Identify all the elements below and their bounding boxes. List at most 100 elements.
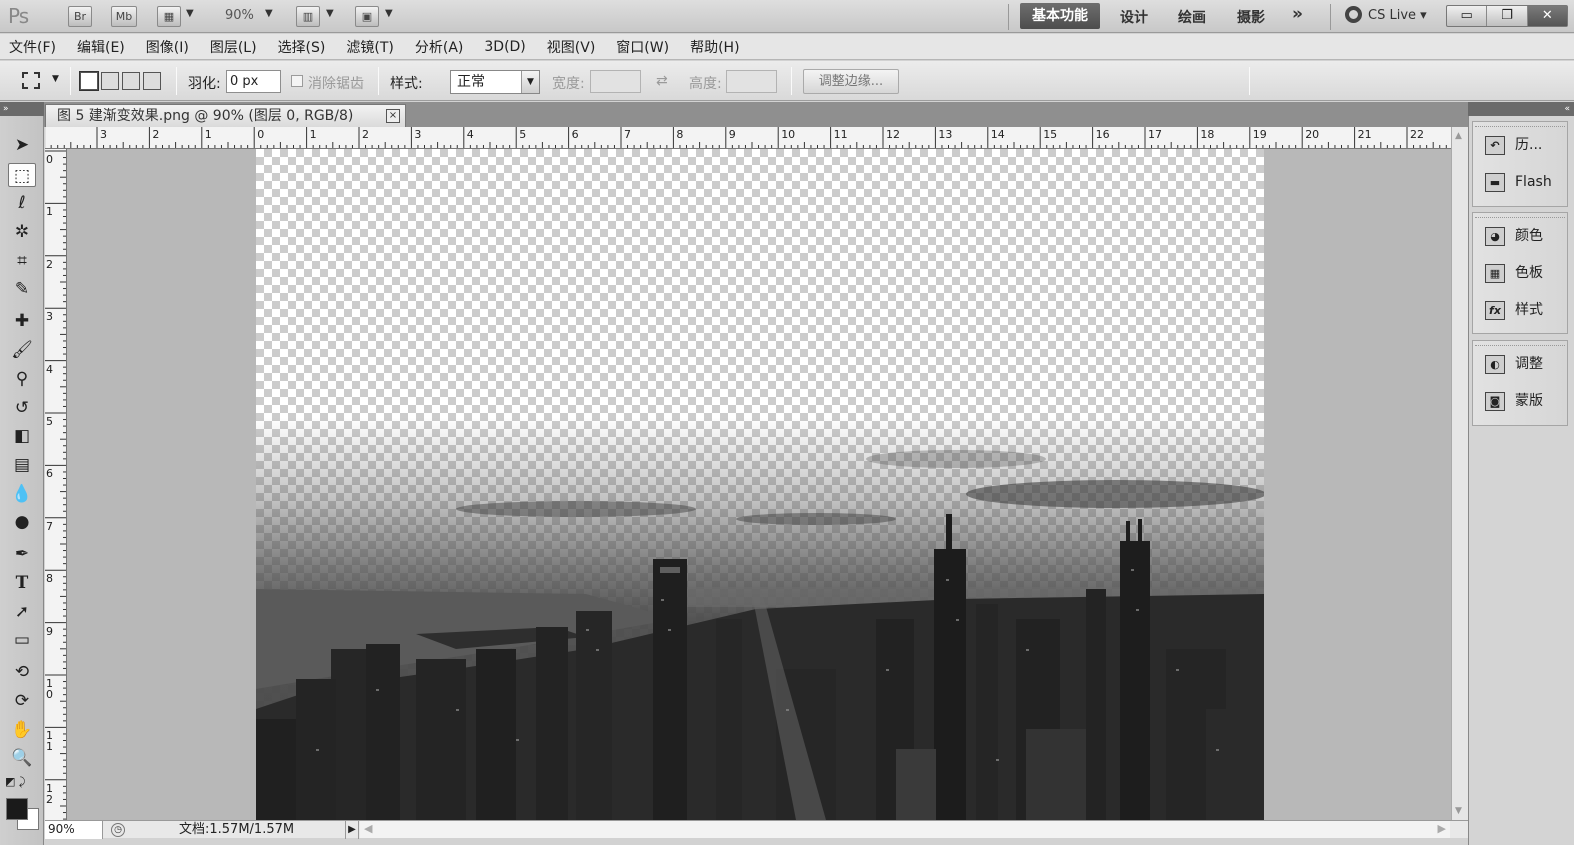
menu-3d[interactable]: 3D(D) [484,39,525,55]
panel-styles[interactable]: fx 样式 [1473,292,1567,329]
document-canvas[interactable] [256,149,1264,820]
view-extras-dropdown-icon[interactable]: ▼ [186,8,194,19]
scroll-down-icon[interactable]: ▼ [1455,806,1462,816]
menu-edit[interactable]: 编辑(E) [77,37,125,57]
panel-history-label: 历... [1515,137,1543,153]
ruler-label: 11 [833,128,848,141]
screen-mode-icon[interactable]: ▣ [355,6,379,27]
menu-image[interactable]: 图像(I) [146,37,189,57]
panel-flash[interactable]: ▬ Flash [1473,164,1567,201]
arrange-dropdown-icon[interactable]: ▼ [326,8,334,19]
panel-swatches[interactable]: ▦ 色板 [1473,255,1567,292]
gradient-tool-icon[interactable]: ▤ [8,453,36,477]
panel-group-2: ◕ 颜色 ▦ 色板 fx 样式 [1472,212,1568,334]
panel-adjustments[interactable]: ◐ 调整 [1473,346,1567,383]
height-input[interactable] [726,70,777,93]
quick-select-tool-icon[interactable]: ✲ [8,220,36,244]
zoom-tool-icon[interactable]: 🔍 [8,746,36,770]
ruler-label: 4 [466,128,474,141]
ruler-label: 8 [676,128,684,141]
workspace-essentials[interactable]: 基本功能 [1020,3,1100,29]
ruler-label: 3 [100,128,107,141]
width-input[interactable] [590,70,641,93]
menu-analysis[interactable]: 分析(A) [415,37,464,57]
menu-filter[interactable]: 滤镜(T) [346,37,393,57]
workspace-design[interactable]: 设计 [1120,7,1148,27]
dock-collapse-icon[interactable]: « [1468,102,1574,116]
feather-input[interactable]: 0 px [226,70,281,93]
screen-mode-dropdown-icon[interactable]: ▼ [385,8,393,19]
swap-colors-icon[interactable]: ◩ ⤸ [5,775,26,789]
antialias-checkbox[interactable] [291,75,303,87]
shape-tool-icon[interactable]: ▭ [8,628,36,652]
document-tab[interactable]: 图 5 建渐变效果.png @ 90% (图层 0, RGB/8) × [45,104,406,127]
workspace-photography[interactable]: 摄影 [1237,7,1265,27]
lasso-tool-icon[interactable]: ℓ [8,191,36,215]
rect-marquee-preset-icon[interactable] [22,72,40,89]
tool-preset-dropdown-icon[interactable]: ▼ [52,74,59,84]
ruler-label: 1 [309,128,317,141]
refine-edge-button[interactable]: 调整边缘... [803,69,899,94]
zoom-dropdown-icon[interactable]: ▼ [265,8,273,19]
dodge-tool-icon[interactable]: ● [8,510,36,534]
bridge-button[interactable]: Br [68,6,92,27]
menu-view[interactable]: 视图(V) [547,37,596,57]
healing-brush-tool-icon[interactable]: ✚ [8,309,36,333]
close-button[interactable]: ✕ [1527,6,1567,26]
blur-tool-icon[interactable]: 💧 [8,482,36,506]
intersect-selection-icon[interactable] [143,72,161,90]
panel-color[interactable]: ◕ 颜色 [1473,218,1567,255]
vertical-scrollbar[interactable]: ▲ ▼ [1451,127,1468,820]
subtract-selection-icon[interactable] [122,72,140,90]
restore-button[interactable]: ❐ [1487,6,1528,26]
scroll-right-icon[interactable]: ▶ [1438,822,1446,835]
status-zoom-input[interactable]: 90% [45,821,103,839]
new-selection-icon[interactable] [79,71,99,91]
rect-marquee-tool-icon[interactable]: ⬚ [8,163,36,187]
add-selection-icon[interactable] [101,72,119,90]
crop-tool-icon[interactable]: ⌗ [8,249,36,273]
pen-tool-icon[interactable]: ✒ [8,542,36,566]
panel-masks[interactable]: ◙ 蒙版 [1473,383,1567,420]
history-brush-tool-icon[interactable]: ↺ [8,396,36,420]
move-tool-icon[interactable]: ➤ [8,133,36,157]
more-workspaces-icon[interactable]: » [1292,4,1303,24]
horizontal-scrollbar[interactable]: ◀ ▶ [360,821,1450,838]
panel-adjustments-label: 调整 [1515,356,1543,372]
status-menu-arrow-icon[interactable]: ▶ [345,821,359,839]
type-tool-icon[interactable]: T [8,571,36,595]
panel-history[interactable]: ↶ 历... [1473,127,1567,164]
menu-select[interactable]: 选择(S) [278,37,326,57]
minimize-button[interactable]: ▭ [1447,6,1488,26]
view-extras-icon[interactable]: ▦ [157,6,181,27]
toolbox-collapse-icon[interactable]: » [0,102,44,116]
clone-stamp-tool-icon[interactable]: ⚲ [8,367,36,391]
cs-live-button[interactable]: CS Live ▾ [1345,6,1427,23]
menu-layer[interactable]: 图层(L) [210,37,257,57]
scroll-up-icon[interactable]: ▲ [1455,131,1462,141]
menu-help[interactable]: 帮助(H) [690,37,739,57]
scroll-left-icon[interactable]: ◀ [364,822,372,835]
foreground-color-swatch[interactable] [6,798,28,820]
menu-window[interactable]: 窗口(W) [616,37,669,57]
workspace-painting[interactable]: 绘画 [1178,7,1206,27]
ruler-label: 3 [414,128,422,141]
menu-file[interactable]: 文件(F) [9,37,56,57]
ruler-label: 1 [204,128,212,141]
3d-orbit-tool-icon[interactable]: ⟳ [8,689,36,713]
path-select-tool-icon[interactable]: ➚ [8,600,36,624]
eraser-tool-icon[interactable]: ◧ [8,424,36,448]
style-select[interactable]: 正常 ▼ [450,70,540,94]
swap-icon[interactable]: ⇄ [656,73,668,89]
arrange-documents-icon[interactable]: ▥ [296,6,320,27]
status-info-icon[interactable]: ◷ [111,823,125,837]
brush-tool-icon[interactable]: 🖌 [8,338,36,362]
zoom-level[interactable]: 90% [225,8,254,23]
3d-rotate-tool-icon[interactable]: ⟲ [8,660,36,684]
hand-tool-icon[interactable]: ✋ [8,718,36,742]
ruler-label: 20 [1305,128,1320,141]
mini-bridge-button[interactable]: Mb [111,6,137,27]
style-select-value: 正常 [457,74,485,90]
eyedropper-tool-icon[interactable]: ✎ [8,277,36,301]
close-icon[interactable]: × [386,109,400,123]
